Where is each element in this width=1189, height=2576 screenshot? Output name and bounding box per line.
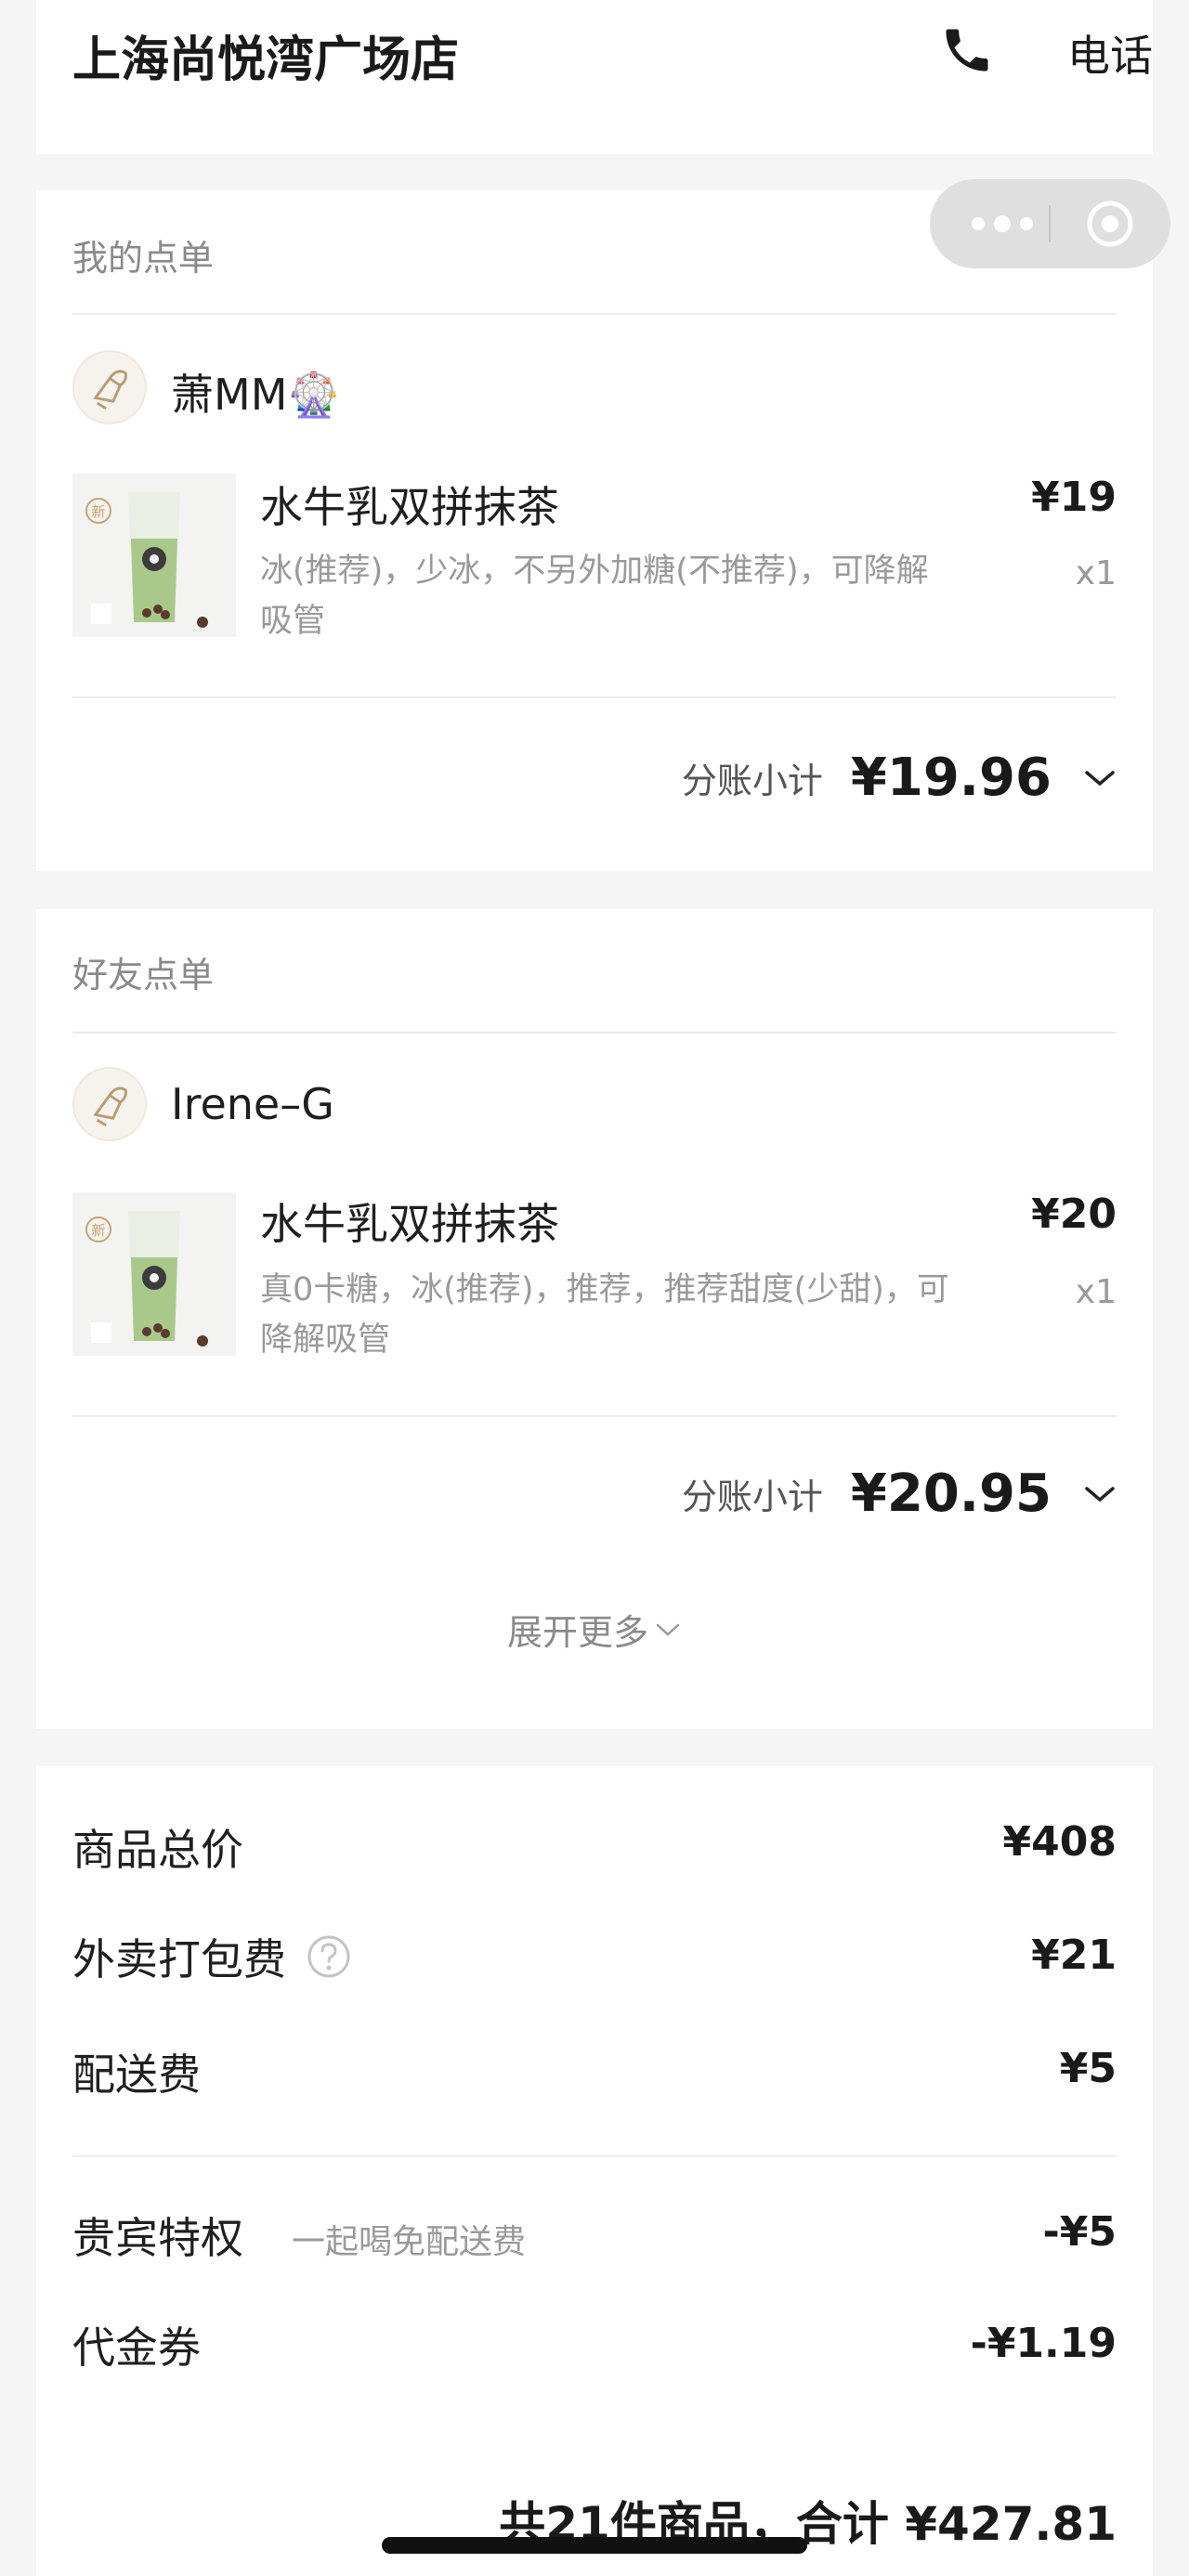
subtotal-row[interactable]: 分账小计 ¥20.95 (682, 1464, 1117, 1524)
item-price: ¥19 (1031, 474, 1117, 521)
user-name: 萧MM🎡 (171, 370, 341, 420)
avatar-icon (93, 1086, 127, 1127)
section-title: 我的点单 (72, 238, 215, 279)
item-name: 水牛乳双拼抹茶 (260, 482, 559, 532)
divider (72, 313, 1117, 315)
subtotal-label: 分账小计 (681, 761, 823, 801)
capsule-divider (1049, 205, 1051, 242)
delivery-fee-value: ¥5 (1059, 2045, 1117, 2092)
product-thumbnail[interactable]: 新 (72, 1192, 236, 1356)
help-question-icon[interactable] (307, 1934, 351, 1979)
divider (72, 2155, 1117, 2157)
new-badge: 新 (91, 1222, 105, 1239)
chevron-down-icon (656, 1623, 680, 1636)
packing-fee-row: 外卖打包费 (72, 1926, 351, 1987)
vip-description: 一起喝免配送费 (292, 2223, 527, 2261)
item-options-line: 降解吸管 (260, 1321, 391, 1359)
new-badge: 新 (91, 503, 105, 520)
item-quantity: x1 (1075, 554, 1117, 592)
item-price: ¥20 (1031, 1190, 1117, 1238)
avatar (72, 1067, 147, 1141)
miniprogram-capsule (930, 179, 1170, 268)
subtotal-label: 分账小计 (681, 1477, 823, 1517)
packing-fee-label: 外卖打包费 (72, 1934, 286, 1984)
packing-fee-value: ¥21 (1031, 1932, 1117, 1979)
store-header-card: 上海尚悦湾广场店 电话 (36, 0, 1153, 154)
item-quantity: x1 (1075, 1273, 1117, 1311)
expand-more-button[interactable]: 展开更多 (36, 1604, 1153, 1655)
expand-more-label: 展开更多 (506, 1612, 648, 1653)
price-summary-card: 商品总价 ¥408 外卖打包费 ¥21 配送费 ¥5 贵宾特权 一起喝免配送费 … (36, 1766, 1153, 2576)
store-name: 上海尚悦湾广场店 (72, 33, 460, 88)
section-title: 好友点单 (72, 955, 215, 995)
friend-order-card: 好友点单 Irene–G 新 水牛乳双拼抹茶 真0卡糖，冰(推荐)，推荐，推荐甜… (36, 909, 1153, 1729)
divider (72, 696, 1117, 698)
my-order-card: 我的点单 萧MM🎡 新 水牛乳双拼抹茶 冰(推荐)，少冰，不另外加糖(不推荐)，… (36, 190, 1153, 871)
goods-total-label: 商品总价 (72, 1825, 243, 1875)
chevron-down-icon[interactable] (1083, 767, 1117, 789)
divider (72, 1032, 1117, 1034)
subtotal-row[interactable]: 分账小计 ¥19.96 (682, 748, 1117, 808)
delivery-fee-label: 配送费 (72, 2049, 201, 2100)
item-options: 真0卡糖，冰(推荐)，推荐，推荐甜度(少甜)，可 降解吸管 (260, 1265, 966, 1365)
voucher-label: 代金券 (72, 2322, 201, 2373)
subtotal-value: ¥20.95 (850, 1464, 1052, 1524)
more-dots-icon[interactable] (965, 207, 1039, 241)
home-indicator (382, 2537, 807, 2554)
user-name: Irene–G (171, 1079, 334, 1129)
item-options: 冰(推荐)，少冰，不另外加糖(不推荐)，可降解 吸管 (260, 546, 966, 646)
phone-button[interactable]: 电话 (1067, 22, 1153, 84)
target-circle-icon[interactable] (1084, 198, 1136, 250)
phone-icon[interactable] (939, 22, 995, 78)
avatar-icon (93, 370, 127, 410)
avatar (72, 350, 147, 424)
vip-discount-value: -¥5 (1042, 2208, 1117, 2256)
divider (72, 1415, 1117, 1417)
subtotal-value: ¥19.96 (850, 748, 1052, 808)
item-name: 水牛乳双拼抹茶 (260, 1199, 559, 1249)
product-thumbnail[interactable]: 新 (72, 474, 236, 637)
chevron-down-icon[interactable] (1083, 1483, 1117, 1505)
item-options-line: 冰(推荐)，少冰，不另外加糖(不推荐)，可降解 (260, 553, 929, 590)
vip-label: 贵宾特权 (72, 2213, 243, 2263)
goods-total-value: ¥408 (1002, 1818, 1117, 1866)
item-options-line: 吸管 (260, 603, 326, 640)
voucher-value: -¥1.19 (970, 2320, 1117, 2367)
item-options-line: 真0卡糖，冰(推荐)，推荐，推荐甜度(少甜)，可 (260, 1271, 949, 1308)
vip-row: 贵宾特权 一起喝免配送费 (72, 2205, 526, 2266)
